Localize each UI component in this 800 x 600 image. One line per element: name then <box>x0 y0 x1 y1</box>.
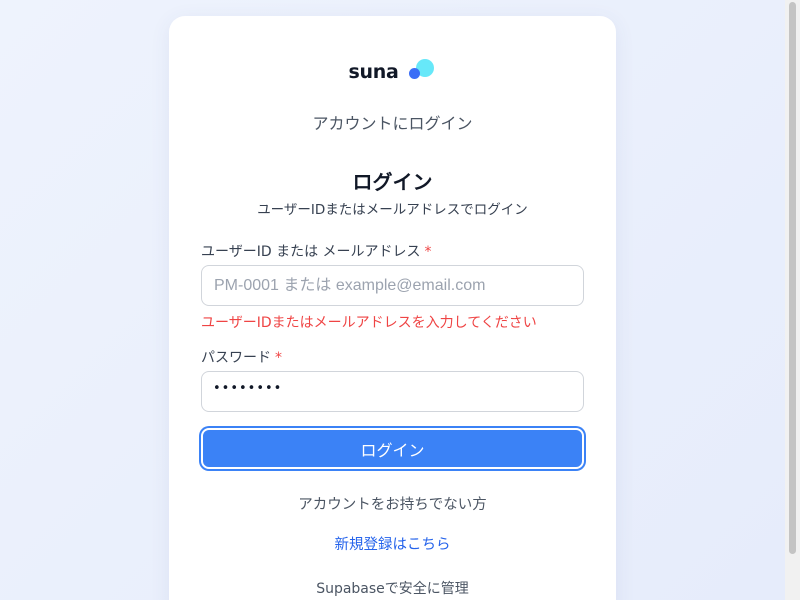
footer-text: Supabaseで安全に管理 <box>316 581 469 597</box>
scrollbar-thumb[interactable] <box>789 2 796 554</box>
page-scrollbar[interactable] <box>785 0 800 600</box>
password-label: パスワード * <box>201 347 282 367</box>
user-id-label: ユーザーID または メールアドレス * <box>201 241 432 261</box>
login-button[interactable]: ログイン <box>201 428 584 469</box>
password-input[interactable] <box>201 371 584 412</box>
user-id-label-text: ユーザーID または メールアドレス <box>201 244 421 260</box>
required-marker: * <box>424 244 432 260</box>
signup-link[interactable]: 新規登録はこちら <box>169 533 616 554</box>
user-id-input[interactable] <box>201 265 584 306</box>
login-card: suna アカウントにログイン ログイン ユーザーIDまたはメールアドレスでログ… <box>169 16 616 600</box>
required-marker: * <box>275 350 282 366</box>
page-description: ユーザーIDまたはメールアドレスでログイン <box>257 202 528 218</box>
logo-mark-icon <box>408 59 436 85</box>
no-account-text: アカウントをお持ちでない方 <box>298 497 487 513</box>
user-id-error: ユーザーIDまたはメールアドレスを入力してください <box>201 315 537 331</box>
card-subtitle: アカウントにログイン <box>312 114 473 133</box>
logo: suna <box>169 56 616 88</box>
logo-text: suna <box>348 61 399 83</box>
password-label-text: パスワード <box>201 350 271 366</box>
page-title: ログイン <box>352 170 433 194</box>
